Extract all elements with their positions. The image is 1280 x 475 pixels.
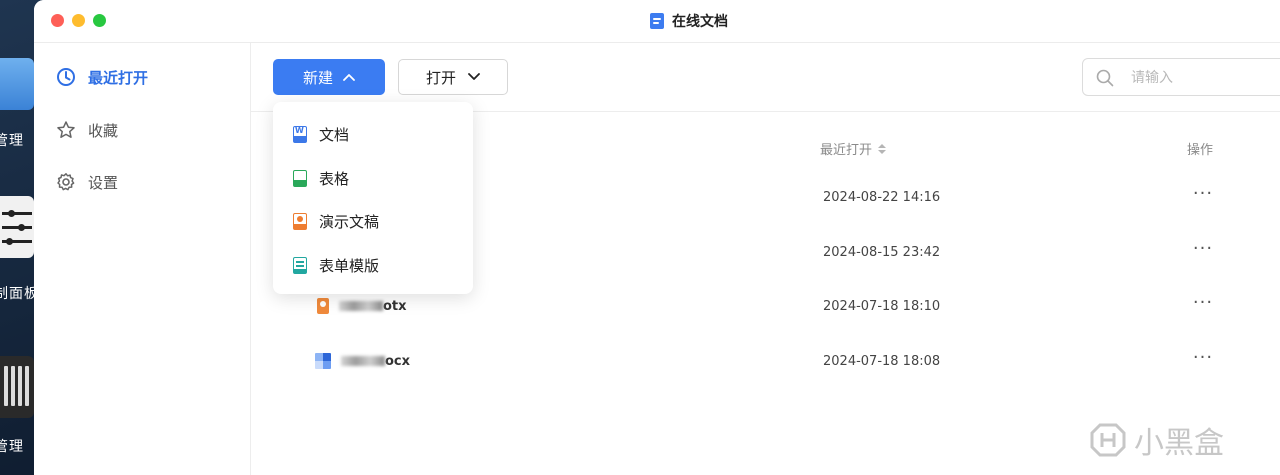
row-date: 2024-08-22 14:16 [823,190,941,205]
watermark: 小黑盒 [1090,418,1224,462]
row-date: 2024-07-18 18:08 [823,354,941,369]
menu-item-spreadsheet[interactable]: 表格 [273,158,473,198]
close-window-button[interactable] [51,14,64,27]
watermark-text: 小黑盒 [1134,426,1224,461]
window-title: 在线文档 [650,11,728,31]
window-title-text: 在线文档 [672,14,728,30]
desktop-label: 制面板 [0,286,34,302]
more-actions-button[interactable]: ··· [1191,239,1215,263]
sidebar-item-label: 最近打开 [88,68,149,87]
column-header-actions: 操作 [1187,143,1214,158]
folder-desktop-icon[interactable] [0,58,34,110]
minimize-window-button[interactable] [72,14,85,27]
sidebar-item-favorites[interactable]: 收藏 [56,118,118,142]
search-input[interactable] [1129,67,1280,89]
more-actions-button[interactable]: ··· [1191,184,1215,208]
sidebar-item-settings[interactable]: 设置 [56,170,118,194]
row-file-name: otx [317,298,407,314]
desktop-label: 管理 [0,133,24,149]
sidebar-item-recent[interactable]: 最近打开 [56,65,148,89]
menu-item-label: 演示文稿 [319,212,380,231]
more-actions-button[interactable]: ··· [1191,293,1215,317]
desktop-label: 管理 [0,439,24,455]
column-header-recent-label: 最近打开 [820,143,873,158]
menu-item-document[interactable]: 文档 [273,114,473,154]
menu-item-label: 文档 [319,125,350,144]
document-file-icon [315,353,331,369]
row-file-ext: ocx [385,353,411,369]
chevron-up-icon [343,74,355,81]
open-button[interactable]: 打开 [398,59,508,95]
search-box[interactable] [1082,58,1280,96]
chevron-down-icon [468,73,480,80]
column-header-recent[interactable]: 最近打开 [820,139,887,158]
form-template-icon [293,256,307,274]
search-icon [1096,69,1114,87]
table-row[interactable]: ocx 2024-07-18 18:08 ··· [251,336,1280,390]
desktop-strip: 管理 制面板 管理 [0,0,34,475]
new-dropdown-menu: 文档 表格 演示文稿 表单模版 [273,102,473,294]
row-date: 2024-08-15 23:42 [823,245,941,260]
open-button-label: 打开 [425,68,456,87]
storage-manager-desktop-icon[interactable] [0,356,34,418]
presentation-file-icon [317,298,329,314]
sidebar: 最近打开 收藏 设置 [34,43,251,475]
title-bar: 在线文档 [34,0,1280,43]
app-window: 在线文档 最近打开 收藏 设置 新建 打开 请输入 最近打开 操作 2024-0… [34,0,1280,475]
online-doc-app-icon [650,13,664,29]
word-doc-icon [293,125,307,143]
redacted-name [341,356,385,366]
zoom-window-button[interactable] [93,14,106,27]
watermark-logo-icon [1090,423,1126,457]
more-actions-button[interactable]: ··· [1191,348,1215,372]
row-file-ext: otx [383,298,407,314]
spreadsheet-icon [293,169,307,187]
star-icon [57,121,75,138]
menu-item-form-template[interactable]: 表单模版 [273,245,473,285]
row-date: 2024-07-18 18:10 [823,299,941,314]
sidebar-item-label: 设置 [88,173,119,192]
menu-item-presentation[interactable]: 演示文稿 [273,201,473,241]
sidebar-item-label: 收藏 [88,121,119,140]
new-button[interactable]: 新建 [273,59,385,95]
menu-item-label: 表单模版 [319,256,380,275]
gear-icon [57,173,75,191]
redacted-name [339,301,383,311]
clock-icon [57,68,75,86]
row-file-name: ocx [315,353,410,369]
control-panel-desktop-icon[interactable] [0,196,34,258]
presentation-icon [293,212,307,230]
sort-icon[interactable] [878,143,887,154]
new-button-label: 新建 [302,68,333,87]
menu-item-label: 表格 [319,169,350,188]
